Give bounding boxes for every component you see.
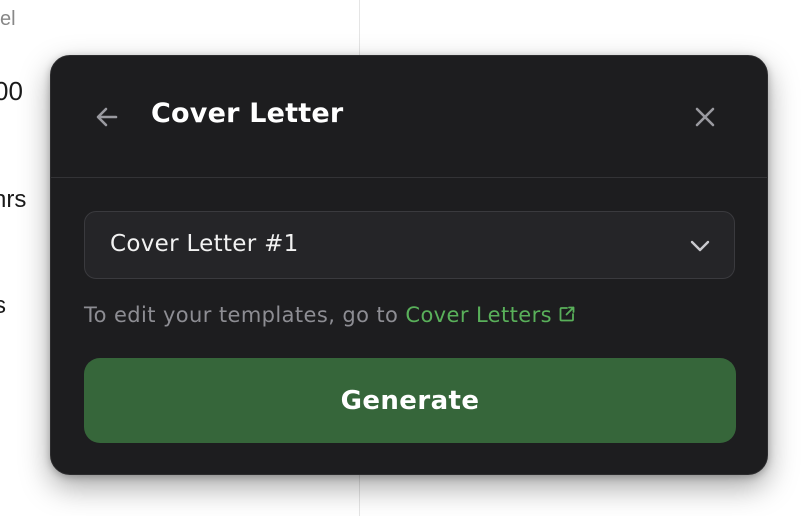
- cover-letters-link-label: Cover Letters: [405, 303, 552, 327]
- hint-text: To edit your templates, go to: [84, 303, 406, 327]
- background-text-fragment: hrs: [0, 186, 27, 213]
- close-icon: [695, 107, 715, 127]
- background-text-fragment: 00: [0, 76, 23, 106]
- chevron-down-icon: [690, 240, 710, 252]
- template-select-value: Cover Letter #1: [110, 231, 299, 257]
- template-select[interactable]: Cover Letter #1: [84, 211, 735, 279]
- cover-letter-modal: Cover Letter Cover Letter #1 To edit you…: [50, 55, 768, 475]
- modal-title: Cover Letter: [151, 98, 344, 129]
- external-link-icon: [559, 306, 575, 322]
- background-text-fragment: s: [0, 292, 6, 319]
- back-button[interactable]: [89, 99, 125, 135]
- modal-header: Cover Letter: [51, 56, 767, 178]
- close-button[interactable]: [687, 99, 723, 135]
- arrow-left-icon: [96, 107, 118, 127]
- templates-hint: To edit your templates, go to Cover Lett…: [84, 303, 576, 327]
- generate-button[interactable]: Generate: [84, 358, 736, 443]
- cover-letters-link[interactable]: Cover Letters: [405, 303, 576, 327]
- background-text-fragment: el: [0, 8, 16, 30]
